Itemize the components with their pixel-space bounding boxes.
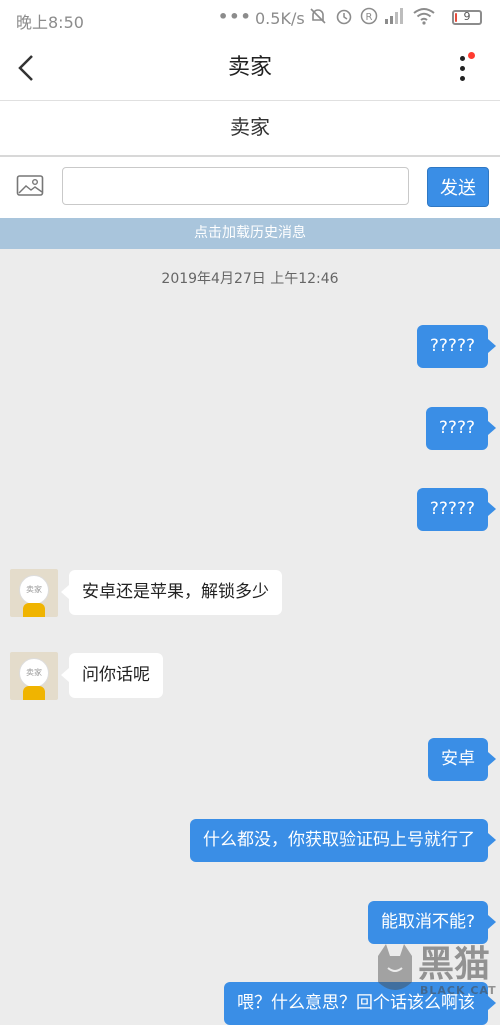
watermark-subtext: BLACK CAT xyxy=(420,984,497,997)
battery-level: 9 xyxy=(463,10,471,23)
battery-icon: 9 xyxy=(452,10,482,25)
svg-text:R: R xyxy=(366,12,373,23)
message-timestamp: 2019年4月27日 上午12:46 xyxy=(161,271,339,287)
alarm-icon xyxy=(334,6,354,30)
watermark-text: 黑猫 xyxy=(418,944,491,985)
registered-icon: R xyxy=(360,7,378,29)
signal-icon xyxy=(384,7,406,29)
send-button[interactable]: 发送 xyxy=(427,167,489,207)
page-title: 卖家 xyxy=(227,55,272,80)
image-button[interactable] xyxy=(16,174,44,198)
status-bar: 晚上8:50 ••• 0.5K/s R 9 xyxy=(0,0,500,36)
outgoing-message[interactable]: 安卓 xyxy=(428,738,496,781)
message-input[interactable] xyxy=(62,167,409,205)
notification-dot xyxy=(468,52,475,59)
chat-header: 卖家 xyxy=(0,36,500,101)
outgoing-message[interactable]: ????? xyxy=(416,488,497,531)
more-vertical-icon xyxy=(460,56,465,61)
message-input-bar: 发送 xyxy=(0,157,500,218)
avatar-face: 卖家 xyxy=(19,575,49,605)
status-more-dots: ••• xyxy=(218,7,252,26)
mute-icon xyxy=(308,6,328,30)
incoming-message[interactable]: 问你话呢 xyxy=(61,653,163,698)
network-speed: 0.5K/s xyxy=(255,9,305,28)
black-cat-logo-icon xyxy=(378,944,412,990)
seller-avatar[interactable]: 卖家 xyxy=(10,569,58,617)
contact-name: 卖家 xyxy=(230,115,270,139)
seller-avatar[interactable]: 卖家 xyxy=(10,652,58,700)
avatar-face: 卖家 xyxy=(19,658,49,688)
watermark: 黑猫 BLACK CAT xyxy=(372,942,500,1000)
outgoing-message[interactable]: 能取消不能? xyxy=(367,901,497,944)
outgoing-message[interactable]: 什么都没，你获取验证码上号就行了 xyxy=(190,819,496,862)
image-icon xyxy=(16,175,44,196)
avatar-body xyxy=(23,603,45,617)
more-options-button[interactable] xyxy=(452,50,475,86)
incoming-message[interactable]: 安卓还是苹果，解锁多少 xyxy=(61,570,282,615)
more-dot xyxy=(460,66,465,71)
outgoing-message[interactable]: ????? xyxy=(416,325,497,368)
status-icons: R xyxy=(308,6,436,30)
outgoing-message[interactable]: ???? xyxy=(425,407,497,450)
more-dot xyxy=(460,76,465,81)
avatar-body xyxy=(23,686,45,700)
status-time: 晚上8:50 xyxy=(16,13,84,32)
load-history-button[interactable]: 点击加载历史消息 xyxy=(0,218,500,249)
conversation-subheader: 卖家 xyxy=(0,101,500,157)
wifi-icon xyxy=(412,7,436,29)
